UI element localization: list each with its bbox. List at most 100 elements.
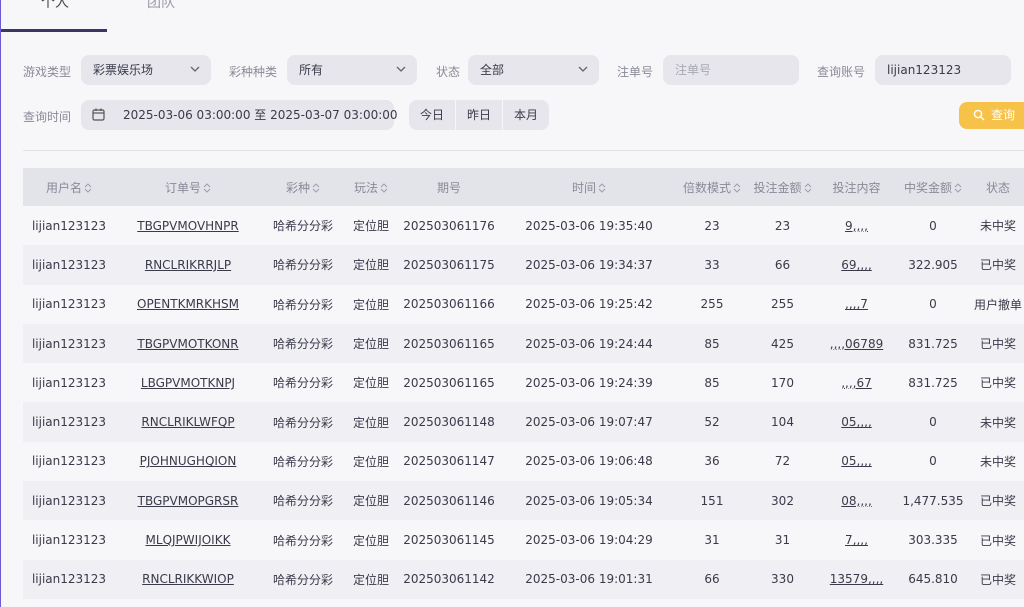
cell-time: 2025-03-06 19:05:34 — [501, 481, 677, 521]
col-header-amount[interactable]: 投注金额 — [747, 168, 818, 206]
table-row: lijian123123 TBGPVMOTKONR 哈希分分彩 定位胆 20250306… — [23, 323, 1024, 364]
cell-multiple: 36 — [677, 441, 747, 482]
cell-status: 未中奖 — [971, 402, 1024, 442]
today-button[interactable]: 今日 — [409, 100, 457, 130]
tab-personal[interactable]: 个人 — [41, 0, 69, 12]
cell-content-link[interactable]: 69,,,, — [841, 258, 872, 272]
cell-content-link[interactable]: 9,,,, — [845, 219, 868, 233]
search-button[interactable]: 查询 — [959, 102, 1024, 129]
cell-win: 0 — [895, 206, 971, 246]
tab-bar: 个人 团队 — [1, 0, 1024, 32]
col-header-status: 状态 — [971, 168, 1024, 206]
cell-lottery: 哈希分分彩 — [261, 402, 345, 442]
col-header-lottery[interactable]: 彩种 — [261, 168, 345, 206]
cell-order-link[interactable]: RNCLRIKRRJLP — [145, 258, 231, 272]
cell-time: 2025-03-06 19:04:29 — [501, 520, 677, 560]
account-input[interactable]: lijian123123 — [875, 55, 1011, 85]
search-icon — [973, 109, 985, 121]
cell-multiple: 66 — [677, 559, 747, 599]
cell-win: 322.905 — [895, 245, 971, 285]
order-no-label: 注单号 — [617, 65, 654, 79]
order-no-input[interactable]: 注单号 — [663, 55, 799, 85]
table-row: lijian123123 LBGPVMOTKNPJ 哈希分分彩 定位胆 20250306… — [23, 363, 1024, 403]
cell-content-link[interactable]: ,,,,7 — [845, 297, 868, 311]
cell-status: 已中奖 — [971, 559, 1024, 599]
cell-lottery: 哈希分分彩 — [261, 520, 345, 560]
cell-order-link[interactable]: TBGPVMOPGRSR — [138, 494, 239, 508]
sort-icon — [84, 183, 92, 193]
cell-issue: 202503061165 — [397, 363, 501, 403]
table-row: lijian123123 TBGPVMOVHNPR 哈希分分彩 定位胆 20250306… — [23, 206, 1024, 246]
cell-time: 2025-03-06 19:06:48 — [501, 441, 677, 482]
cell-amount: 255 — [747, 284, 818, 324]
date-range-picker[interactable]: 2025-03-06 03:00:00 至 2025-03-07 03:00:0… — [81, 100, 398, 130]
cell-time: 2025-03-06 19:01:31 — [501, 559, 677, 599]
cell-order: TBGPVMOVHNPR — [115, 206, 261, 246]
game-type-value: 彩票娱乐场 — [93, 63, 154, 77]
col-header-issue: 期号 — [397, 168, 501, 206]
cell-order-link[interactable]: RNCLRIKLWFQP — [141, 415, 234, 429]
cell-user: lijian123123 — [23, 481, 115, 521]
col-header-win[interactable]: 中奖金额 — [895, 168, 971, 206]
col-header-multiple[interactable]: 倍数模式 — [677, 168, 747, 206]
cell-status: 已中奖 — [971, 481, 1024, 521]
cell-issue: 202503061175 — [397, 245, 501, 285]
col-header-play[interactable]: 玩法 — [345, 168, 397, 206]
cell-play: 定位胆 — [345, 363, 397, 403]
col-header-time[interactable]: 时间 — [501, 168, 677, 206]
this-month-button[interactable]: 本月 — [503, 100, 549, 130]
cell-issue: 202503061147 — [397, 441, 501, 482]
cell-content-link[interactable]: ,,,,67 — [841, 376, 872, 390]
cell-status: 用户撤单 — [971, 284, 1024, 324]
cell-user: lijian123123 — [23, 323, 115, 364]
cell-order-link[interactable]: RNCLRIKKWIOP — [142, 572, 234, 586]
col-header-order[interactable]: 订单号 — [115, 168, 261, 206]
cell-content-link[interactable]: 05,,,, — [841, 454, 872, 468]
cell-content: 13579,,,, — [818, 559, 895, 599]
cell-order: RNCLRIKRRJLP — [115, 245, 261, 285]
cell-status: 已中奖 — [971, 363, 1024, 403]
status-select[interactable]: 全部 — [468, 55, 599, 85]
cell-content-link[interactable]: 13579,,,, — [830, 572, 883, 586]
cell-order-link[interactable]: LBGPVMOTKNPJ — [141, 376, 235, 390]
table-row: lijian123123 MLQJPWIJOIKK 哈希分分彩 定位胆 20250306… — [23, 520, 1024, 560]
sort-icon — [598, 183, 606, 193]
cell-order-link[interactable]: TBGPVMOTKONR — [137, 337, 238, 351]
cell-order-link[interactable]: PJOHNUGHQION — [140, 454, 237, 468]
cell-play: 定位胆 — [345, 284, 397, 324]
cell-play: 定位胆 — [345, 559, 397, 599]
game-type-select[interactable]: 彩票娱乐场 — [81, 55, 211, 85]
tab-team[interactable]: 团队 — [147, 0, 175, 12]
col-header-user[interactable]: 用户名 — [23, 168, 115, 206]
cell-order-link[interactable]: TBGPVMOVHNPR — [137, 219, 238, 233]
yesterday-button[interactable]: 昨日 — [456, 100, 504, 130]
chevron-down-icon — [578, 66, 588, 72]
cell-content: ,,,,67 — [818, 363, 895, 403]
cell-content-link[interactable]: 7,,,, — [845, 533, 868, 547]
sort-icon — [203, 183, 211, 193]
cell-play: 定位胆 — [345, 245, 397, 285]
cell-lottery: 哈希分分彩 — [261, 559, 345, 599]
cell-order-link[interactable]: OPENTKMRKHSM — [137, 297, 239, 311]
cell-content-link[interactable]: ,,,,06789 — [830, 337, 883, 351]
cell-user: lijian123123 — [23, 284, 115, 324]
cell-play: 定位胆 — [345, 481, 397, 521]
cell-time: 2025-03-06 19:25:42 — [501, 284, 677, 324]
sort-icon — [733, 183, 741, 193]
cell-issue: 202503061146 — [397, 481, 501, 521]
cell-amount: 425 — [747, 323, 818, 364]
cell-order-link[interactable]: MLQJPWIJOIKK — [146, 533, 231, 547]
cell-win: 0 — [895, 284, 971, 324]
cell-win: 0 — [895, 402, 971, 442]
cell-content-link[interactable]: 08,,,, — [841, 494, 872, 508]
lottery-type-select[interactable]: 所有 — [287, 55, 417, 85]
active-tab-indicator — [1, 29, 107, 32]
cell-user: lijian123123 — [23, 441, 115, 482]
cell-user: lijian123123 — [23, 559, 115, 599]
cell-user: lijian123123 — [23, 206, 115, 246]
cell-status: 已中奖 — [971, 323, 1024, 364]
cell-status: 已中奖 — [971, 245, 1024, 285]
game-type-label: 游戏类型 — [23, 65, 72, 79]
col-header-content: 投注内容 — [818, 168, 895, 206]
cell-content-link[interactable]: 05,,,, — [841, 415, 872, 429]
